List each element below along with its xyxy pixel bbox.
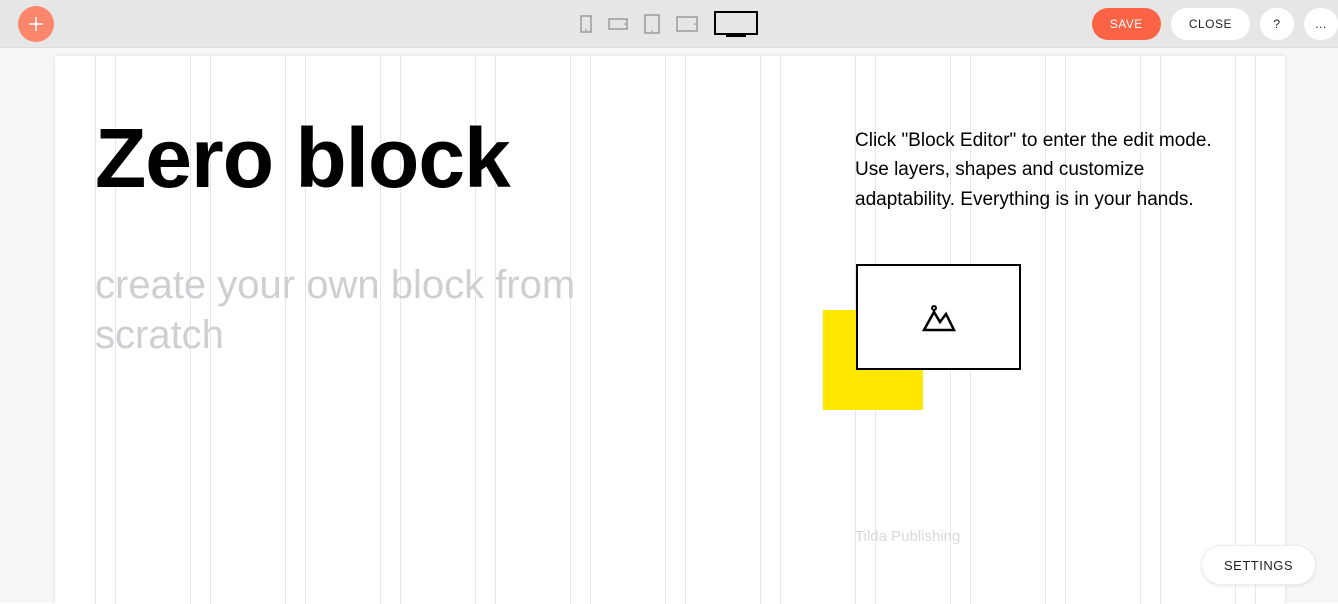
device-phone-portrait-icon[interactable] (580, 15, 592, 33)
canvas-area[interactable]: Zero block create your own block from sc… (0, 48, 1338, 603)
add-button[interactable] (18, 6, 54, 42)
right-column: Click "Block Editor" to enter the edit m… (855, 126, 1245, 214)
more-menu-button[interactable]: ... (1304, 8, 1338, 40)
help-button[interactable]: ? (1260, 8, 1294, 40)
toolbar-right-actions: SAVE CLOSE ? ... (1092, 8, 1338, 40)
device-desktop-icon[interactable] (714, 11, 758, 37)
top-toolbar: SAVE CLOSE ? ... (0, 0, 1338, 48)
device-switcher (580, 11, 758, 37)
settings-button[interactable]: SETTINGS (1201, 545, 1316, 585)
mountain-image-icon (920, 302, 958, 332)
device-tablet-portrait-icon[interactable] (644, 14, 660, 34)
page-canvas[interactable]: Zero block create your own block from sc… (55, 56, 1285, 604)
device-phone-landscape-icon[interactable] (608, 18, 628, 30)
plus-icon (29, 17, 43, 31)
instructions-text[interactable]: Click "Block Editor" to enter the edit m… (855, 126, 1245, 214)
image-placeholder-frame[interactable] (856, 264, 1021, 370)
close-button[interactable]: CLOSE (1171, 8, 1250, 40)
save-button[interactable]: SAVE (1092, 8, 1161, 40)
device-tablet-landscape-icon[interactable] (676, 16, 698, 32)
subheading[interactable]: create your own block from scratch (95, 260, 695, 360)
credit-text[interactable]: Tilda Publishing (855, 528, 960, 545)
